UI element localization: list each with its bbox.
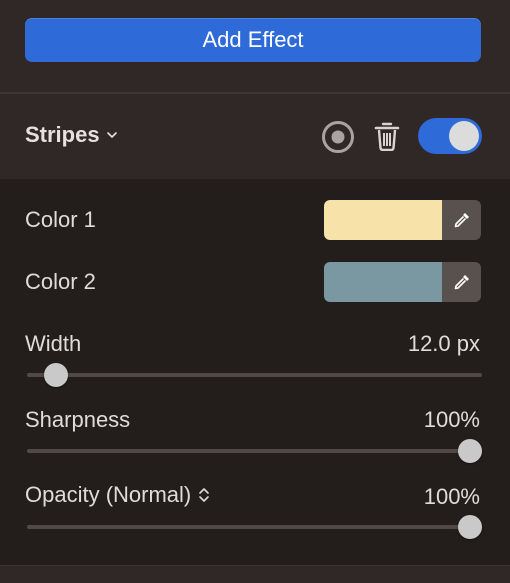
effect-name-dropdown[interactable]: Stripes (25, 122, 118, 148)
opacity-value: 100% (423, 484, 480, 509)
bottom-divider (0, 565, 510, 583)
effect-settings-body: Color 1 Color 2 Width 12.0 px Sharpness … (0, 179, 510, 565)
color-1-label: Color 1 (25, 207, 96, 232)
sharpness-slider[interactable] (27, 439, 482, 463)
width-label: Width (25, 331, 82, 356)
width-slider[interactable] (27, 363, 482, 387)
chevron-down-icon (106, 132, 117, 138)
add-effect-button[interactable]: Add Effect (25, 18, 481, 62)
opacity-slider[interactable] (27, 515, 482, 539)
top-section: Add Effect (0, 0, 510, 92)
slider-track (27, 373, 482, 377)
opacity-label: Opacity (Normal) (25, 482, 192, 507)
slider-track (27, 449, 482, 453)
color-2-label: Color 2 (25, 269, 96, 294)
eyedropper-icon (454, 275, 469, 290)
slider-thumb[interactable] (44, 363, 69, 387)
color-2-eyedropper-button[interactable] (442, 262, 481, 302)
up-down-chevron-icon (199, 488, 210, 502)
effect-header: Stripes (0, 94, 510, 179)
sharpness-value: 100% (423, 407, 480, 432)
color-2-swatch[interactable] (324, 262, 442, 302)
trash-icon[interactable] (374, 121, 400, 151)
color-1-eyedropper-button[interactable] (442, 200, 481, 240)
effect-enabled-toggle[interactable] (418, 118, 482, 154)
slider-track (27, 525, 482, 529)
color-1-swatch[interactable] (324, 200, 442, 240)
sharpness-label: Sharpness (25, 407, 131, 432)
slider-thumb[interactable] (458, 439, 482, 463)
width-value: 12.0 px (407, 331, 480, 356)
toggle-knob (449, 121, 479, 151)
color-1-well[interactable] (324, 200, 481, 240)
slider-thumb[interactable] (458, 515, 482, 539)
eyedropper-icon (454, 213, 469, 228)
target-icon[interactable] (321, 120, 355, 154)
blend-mode-dropdown[interactable]: Opacity (Normal) (25, 482, 210, 508)
color-2-well[interactable] (324, 262, 481, 302)
effect-name: Stripes (25, 122, 100, 147)
